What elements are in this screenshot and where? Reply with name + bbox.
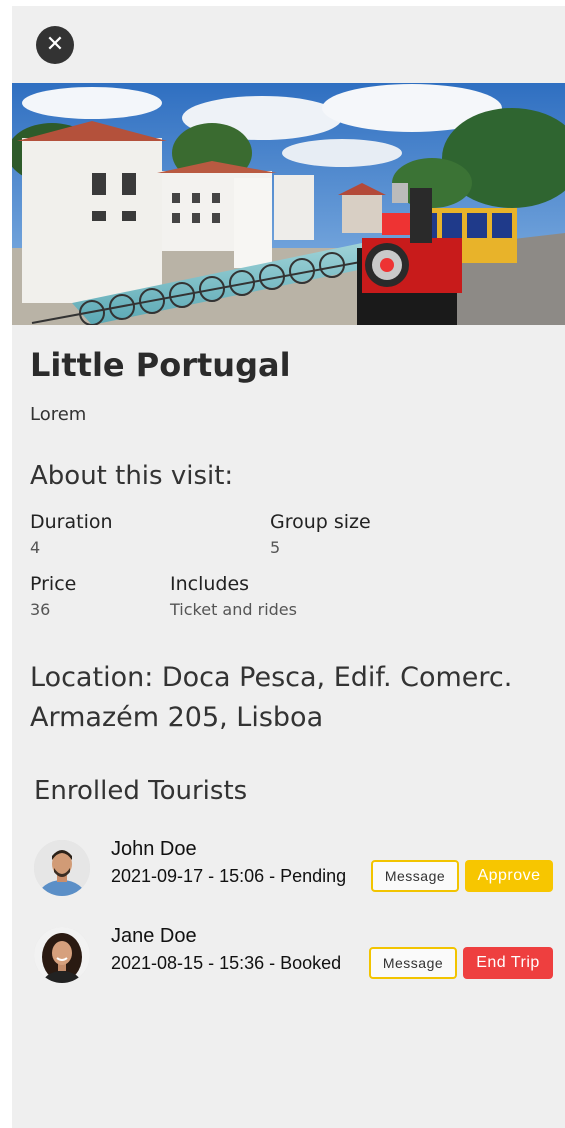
message-button[interactable]: Message — [371, 860, 459, 892]
group-size-label: Group size — [270, 511, 371, 533]
close-button[interactable]: ✕ — [36, 26, 74, 64]
end-trip-button[interactable]: End Trip — [463, 947, 553, 979]
location-text: Location: Doca Pesca, Edif. Comerc. Arma… — [30, 662, 513, 733]
includes-value: Ticket and rides — [170, 600, 297, 619]
avatar — [34, 840, 90, 896]
duration-value: 4 — [30, 538, 41, 557]
price-label: Price — [30, 573, 77, 595]
message-button[interactable]: Message — [369, 947, 457, 979]
visit-detail-screen: ✕ Little Portugal Lorem About this visit… — [12, 6, 565, 1128]
group-size-value: 5 — [270, 538, 281, 557]
visit-subtitle: Lorem — [30, 404, 87, 425]
tourist-booking-detail: 2021-08-15 - 15:36 - Booked — [111, 953, 342, 973]
tourist-name: Jane Doe — [111, 925, 197, 947]
price-value: 36 — [30, 600, 51, 619]
tourist-booking-detail: 2021-09-17 - 15:06 - Pending — [111, 866, 347, 886]
approve-button[interactable]: Approve — [465, 860, 553, 892]
hero-image — [12, 83, 565, 325]
close-icon: ✕ — [45, 32, 65, 57]
about-heading: About this visit: — [30, 461, 234, 491]
page-title: Little Portugal — [30, 346, 291, 384]
duration-label: Duration — [30, 511, 113, 533]
includes-label: Includes — [170, 573, 250, 595]
tourist-row: John Doe 2021-09-17 - 15:06 - Pending Me… — [32, 836, 557, 900]
tourist-row: Jane Doe 2021-08-15 - 15:36 - Booked Mes… — [32, 923, 557, 987]
tourist-name: John Doe — [111, 838, 197, 860]
hero-photo-illustration — [12, 83, 565, 325]
avatar — [34, 927, 90, 983]
enrolled-tourists-heading: Enrolled Tourists — [34, 776, 248, 806]
